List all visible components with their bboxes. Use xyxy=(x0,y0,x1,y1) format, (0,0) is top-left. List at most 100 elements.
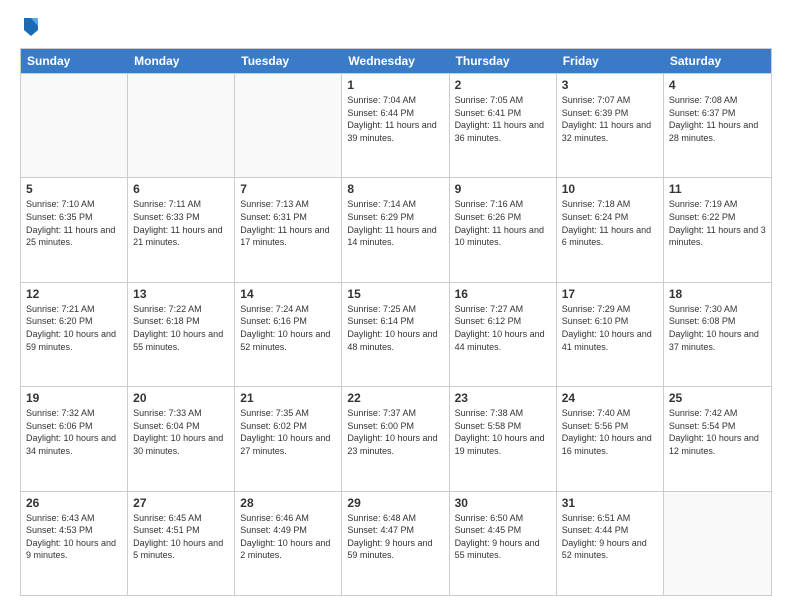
cell-info: Sunrise: 7:33 AM Sunset: 6:04 PM Dayligh… xyxy=(133,407,229,457)
calendar-cell xyxy=(235,74,342,177)
calendar-cell: 25 Sunrise: 7:42 AM Sunset: 5:54 PM Dayli… xyxy=(664,387,771,490)
day-number: 9 xyxy=(455,182,551,196)
day-number: 11 xyxy=(669,182,766,196)
cell-info: Sunrise: 7:29 AM Sunset: 6:10 PM Dayligh… xyxy=(562,303,658,353)
cell-info: Sunrise: 6:48 AM Sunset: 4:47 PM Dayligh… xyxy=(347,512,443,562)
cell-info: Sunrise: 6:51 AM Sunset: 4:44 PM Dayligh… xyxy=(562,512,658,562)
cell-info: Sunrise: 7:32 AM Sunset: 6:06 PM Dayligh… xyxy=(26,407,122,457)
calendar-cell: 7 Sunrise: 7:13 AM Sunset: 6:31 PM Daylig… xyxy=(235,178,342,281)
calendar-cell: 30 Sunrise: 6:50 AM Sunset: 4:45 PM Dayli… xyxy=(450,492,557,595)
day-number: 23 xyxy=(455,391,551,405)
day-number: 25 xyxy=(669,391,766,405)
day-number: 18 xyxy=(669,287,766,301)
calendar-cell: 24 Sunrise: 7:40 AM Sunset: 5:56 PM Dayli… xyxy=(557,387,664,490)
calendar-cell: 28Sunrise: 6:46 AM Sunset: 4:49 PM Dayli… xyxy=(235,492,342,595)
calendar-cell: 19 Sunrise: 7:32 AM Sunset: 6:06 PM Dayli… xyxy=(21,387,128,490)
calendar-cell: 8 Sunrise: 7:14 AM Sunset: 6:29 PM Daylig… xyxy=(342,178,449,281)
cell-info: Sunrise: 7:11 AM Sunset: 6:33 PM Dayligh… xyxy=(133,198,229,248)
calendar-cell: 6Sunrise: 7:11 AM Sunset: 6:33 PM Daylig… xyxy=(128,178,235,281)
day-number: 17 xyxy=(562,287,658,301)
calendar-cell: 11Sunrise: 7:19 AM Sunset: 6:22 PM Dayli… xyxy=(664,178,771,281)
calendar-cell xyxy=(128,74,235,177)
cell-info: Sunrise: 7:40 AM Sunset: 5:56 PM Dayligh… xyxy=(562,407,658,457)
day-number: 20 xyxy=(133,391,229,405)
calendar-cell: 16Sunrise: 7:27 AM Sunset: 6:12 PM Dayli… xyxy=(450,283,557,386)
day-number: 16 xyxy=(455,287,551,301)
cell-info: Sunrise: 7:22 AM Sunset: 6:18 PM Dayligh… xyxy=(133,303,229,353)
calendar-header: SundayMondayTuesdayWednesdayThursdayFrid… xyxy=(21,49,771,73)
calendar-cell: 2 Sunrise: 7:05 AM Sunset: 6:41 PM Daylig… xyxy=(450,74,557,177)
day-number: 29 xyxy=(347,496,443,510)
calendar: SundayMondayTuesdayWednesdayThursdayFrid… xyxy=(20,48,772,596)
day-number: 26 xyxy=(26,496,122,510)
cell-info: Sunrise: 7:05 AM Sunset: 6:41 PM Dayligh… xyxy=(455,94,551,144)
cell-info: Sunrise: 7:14 AM Sunset: 6:29 PM Dayligh… xyxy=(347,198,443,248)
cell-info: Sunrise: 7:35 AM Sunset: 6:02 PM Dayligh… xyxy=(240,407,336,457)
header-day-saturday: Saturday xyxy=(664,49,771,73)
calendar-cell xyxy=(21,74,128,177)
day-number: 10 xyxy=(562,182,658,196)
cell-info: Sunrise: 7:25 AM Sunset: 6:14 PM Dayligh… xyxy=(347,303,443,353)
day-number: 15 xyxy=(347,287,443,301)
cell-info: Sunrise: 7:30 AM Sunset: 6:08 PM Dayligh… xyxy=(669,303,766,353)
calendar-cell: 21 Sunrise: 7:35 AM Sunset: 6:02 PM Dayli… xyxy=(235,387,342,490)
header-day-tuesday: Tuesday xyxy=(235,49,342,73)
cell-info: Sunrise: 7:38 AM Sunset: 5:58 PM Dayligh… xyxy=(455,407,551,457)
calendar-week-1: 1 Sunrise: 7:04 AM Sunset: 6:44 PM Daylig… xyxy=(21,73,771,177)
header-day-wednesday: Wednesday xyxy=(342,49,449,73)
cell-info: Sunrise: 7:13 AM Sunset: 6:31 PM Dayligh… xyxy=(240,198,336,248)
day-number: 8 xyxy=(347,182,443,196)
calendar-cell: 14 Sunrise: 7:24 AM Sunset: 6:16 PM Dayli… xyxy=(235,283,342,386)
page: SundayMondayTuesdayWednesdayThursdayFrid… xyxy=(0,0,792,612)
cell-info: Sunrise: 7:10 AM Sunset: 6:35 PM Dayligh… xyxy=(26,198,122,248)
header-day-sunday: Sunday xyxy=(21,49,128,73)
day-number: 14 xyxy=(240,287,336,301)
cell-info: Sunrise: 7:16 AM Sunset: 6:26 PM Dayligh… xyxy=(455,198,551,248)
cell-info: Sunrise: 7:21 AM Sunset: 6:20 PM Dayligh… xyxy=(26,303,122,353)
day-number: 24 xyxy=(562,391,658,405)
day-number: 27 xyxy=(133,496,229,510)
day-number: 7 xyxy=(240,182,336,196)
day-number: 30 xyxy=(455,496,551,510)
day-number: 31 xyxy=(562,496,658,510)
cell-info: Sunrise: 6:43 AM Sunset: 4:53 PM Dayligh… xyxy=(26,512,122,562)
cell-info: Sunrise: 7:04 AM Sunset: 6:44 PM Dayligh… xyxy=(347,94,443,144)
day-number: 13 xyxy=(133,287,229,301)
calendar-cell: 26 Sunrise: 6:43 AM Sunset: 4:53 PM Dayli… xyxy=(21,492,128,595)
calendar-cell: 27Sunrise: 6:45 AM Sunset: 4:51 PM Dayli… xyxy=(128,492,235,595)
calendar-cell: 23 Sunrise: 7:38 AM Sunset: 5:58 PM Dayli… xyxy=(450,387,557,490)
calendar-cell: 22Sunrise: 7:37 AM Sunset: 6:00 PM Dayli… xyxy=(342,387,449,490)
calendar-cell: 1 Sunrise: 7:04 AM Sunset: 6:44 PM Daylig… xyxy=(342,74,449,177)
day-number: 4 xyxy=(669,78,766,92)
header-day-friday: Friday xyxy=(557,49,664,73)
calendar-body: 1 Sunrise: 7:04 AM Sunset: 6:44 PM Daylig… xyxy=(21,73,771,595)
calendar-cell: 15 Sunrise: 7:25 AM Sunset: 6:14 PM Dayli… xyxy=(342,283,449,386)
day-number: 3 xyxy=(562,78,658,92)
calendar-cell: 17 Sunrise: 7:29 AM Sunset: 6:10 PM Dayli… xyxy=(557,283,664,386)
cell-info: Sunrise: 6:50 AM Sunset: 4:45 PM Dayligh… xyxy=(455,512,551,562)
calendar-cell: 12 Sunrise: 7:21 AM Sunset: 6:20 PM Dayli… xyxy=(21,283,128,386)
logo-icon xyxy=(22,16,40,38)
calendar-week-5: 26 Sunrise: 6:43 AM Sunset: 4:53 PM Dayli… xyxy=(21,491,771,595)
day-number: 5 xyxy=(26,182,122,196)
cell-info: Sunrise: 7:07 AM Sunset: 6:39 PM Dayligh… xyxy=(562,94,658,144)
cell-info: Sunrise: 7:24 AM Sunset: 6:16 PM Dayligh… xyxy=(240,303,336,353)
calendar-cell xyxy=(664,492,771,595)
day-number: 1 xyxy=(347,78,443,92)
header xyxy=(20,16,772,38)
cell-info: Sunrise: 7:08 AM Sunset: 6:37 PM Dayligh… xyxy=(669,94,766,144)
cell-info: Sunrise: 6:46 AM Sunset: 4:49 PM Dayligh… xyxy=(240,512,336,562)
header-day-thursday: Thursday xyxy=(450,49,557,73)
day-number: 12 xyxy=(26,287,122,301)
calendar-cell: 20 Sunrise: 7:33 AM Sunset: 6:04 PM Dayli… xyxy=(128,387,235,490)
cell-info: Sunrise: 7:18 AM Sunset: 6:24 PM Dayligh… xyxy=(562,198,658,248)
calendar-cell: 13 Sunrise: 7:22 AM Sunset: 6:18 PM Dayli… xyxy=(128,283,235,386)
day-number: 2 xyxy=(455,78,551,92)
calendar-cell: 31 Sunrise: 6:51 AM Sunset: 4:44 PM Dayli… xyxy=(557,492,664,595)
calendar-cell: 3 Sunrise: 7:07 AM Sunset: 6:39 PM Daylig… xyxy=(557,74,664,177)
cell-info: Sunrise: 7:42 AM Sunset: 5:54 PM Dayligh… xyxy=(669,407,766,457)
calendar-week-3: 12 Sunrise: 7:21 AM Sunset: 6:20 PM Dayli… xyxy=(21,282,771,386)
cell-info: Sunrise: 7:37 AM Sunset: 6:00 PM Dayligh… xyxy=(347,407,443,457)
day-number: 21 xyxy=(240,391,336,405)
day-number: 19 xyxy=(26,391,122,405)
